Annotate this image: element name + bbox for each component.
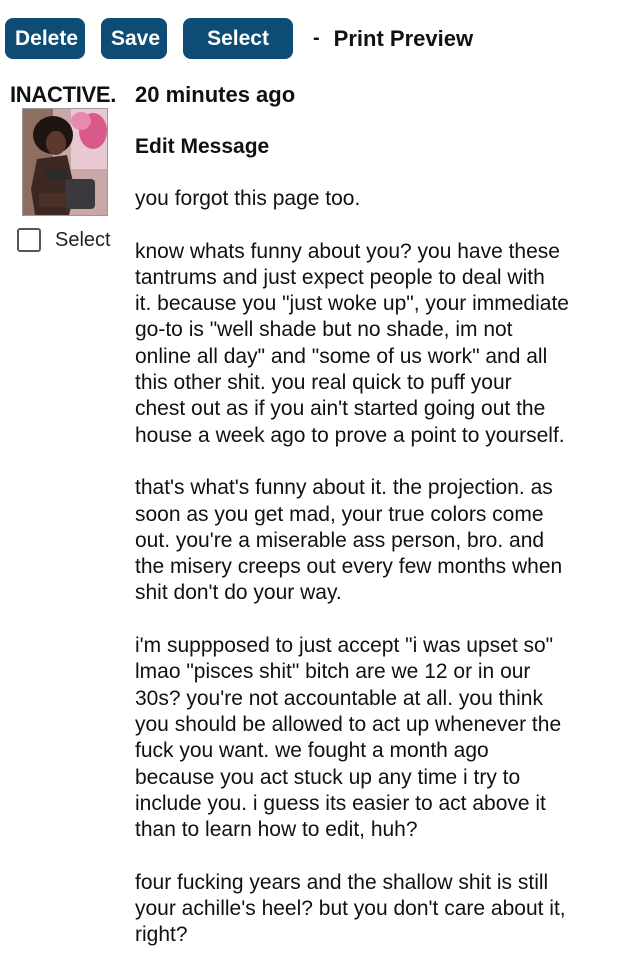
message-paragraph: you forgot this page too. xyxy=(135,187,361,210)
select-label[interactable]: Select xyxy=(55,229,111,252)
select-checkbox[interactable] xyxy=(17,228,41,252)
save-button[interactable]: Save xyxy=(101,18,167,59)
message-paragraph: i'm suppposed to just accept "i was upse… xyxy=(135,634,562,842)
select-all-button[interactable]: Select All xyxy=(183,18,293,91)
message-body: you forgot this page too. know whats fun… xyxy=(135,186,605,960)
message-paragraph: four fucking years and the shallow shit … xyxy=(135,870,566,947)
print-preview-link[interactable]: Print Preview xyxy=(334,26,473,52)
sender-name[interactable]: INACTIVE. xyxy=(10,82,116,108)
avatar[interactable] xyxy=(22,108,108,216)
avatar-image xyxy=(23,109,107,215)
toolbar: Delete Save Select All - Print Preview xyxy=(5,18,473,91)
select-control[interactable]: Select xyxy=(17,228,111,252)
message-timestamp: 20 minutes ago xyxy=(135,82,296,107)
message-paragraph: that's what's funny about it. the projec… xyxy=(135,476,563,605)
edit-message-link[interactable]: Edit Message xyxy=(135,135,605,159)
message-paragraph: know whats funny about you? you have the… xyxy=(135,239,569,447)
delete-button[interactable]: Delete xyxy=(5,18,85,59)
separator: - xyxy=(313,27,320,49)
